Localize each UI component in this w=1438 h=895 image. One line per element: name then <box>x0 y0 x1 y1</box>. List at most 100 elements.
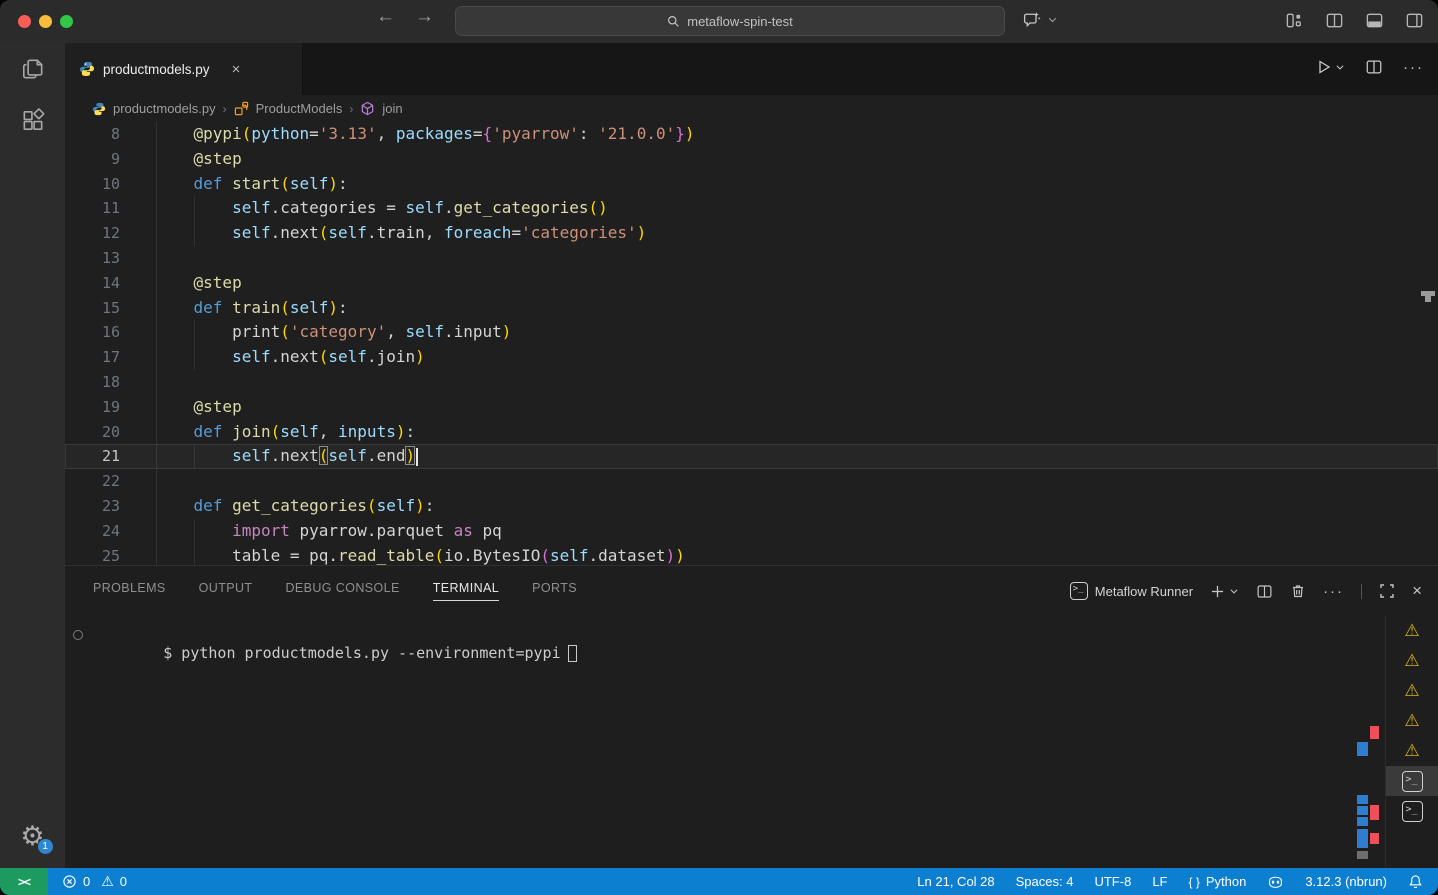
code-line[interactable]: 10 def start(self): <box>65 172 1438 197</box>
code-editor[interactable]: 8 @pypi(python='3.13', packages={'pyarro… <box>65 122 1438 565</box>
settings-badge: 1 <box>37 838 54 855</box>
line-number: 23 <box>65 494 120 519</box>
breadcrumb: productmodels.py › ProductModels › join <box>65 95 1438 122</box>
terminal-icon: >_ <box>1402 771 1423 792</box>
terminal-tab-warning[interactable]: ⚠ <box>1386 736 1438 766</box>
new-terminal-icon[interactable] <box>1210 584 1239 599</box>
eol-status[interactable]: LF <box>1152 874 1167 889</box>
split-editor-right-icon[interactable] <box>1365 58 1383 76</box>
line-number: 8 <box>65 122 120 147</box>
code-line[interactable]: 20 def join(self, inputs): <box>65 420 1438 445</box>
code-line[interactable]: 15 def train(self): <box>65 296 1438 321</box>
maximize-panel-icon[interactable] <box>1379 583 1395 599</box>
command-center-text: metaflow-spin-test <box>687 14 792 29</box>
chevron-down-icon[interactable] <box>1047 14 1058 25</box>
code-line[interactable]: 16 print('category', self.input) <box>65 320 1438 345</box>
panel-tab-output[interactable]: OUTPUT <box>199 581 253 601</box>
code-line[interactable]: 18 <box>65 370 1438 395</box>
line-number: 20 <box>65 420 120 445</box>
line-content: table = pq.read_table(io.BytesIO(self.da… <box>120 544 685 565</box>
panel-tab-terminal[interactable]: TERMINAL <box>433 581 499 601</box>
terminal-tab-warning[interactable]: ⚠ <box>1386 646 1438 676</box>
close-panel-icon[interactable]: × <box>1412 581 1422 601</box>
extensions-icon[interactable] <box>0 95 65 147</box>
code-line[interactable]: 25 table = pq.read_table(io.BytesIO(self… <box>65 544 1438 565</box>
terminal[interactable]: $ python productmodels.py --environment=… <box>65 616 1438 869</box>
line-number: 16 <box>65 320 120 345</box>
back-button[interactable]: ← <box>376 6 395 28</box>
warning-triangle-icon: ⚠ <box>1404 653 1419 670</box>
tab-close-icon[interactable]: × <box>232 61 241 78</box>
zoom-window-button[interactable] <box>60 15 73 28</box>
terminal-tab-warning[interactable]: ⚠ <box>1386 676 1438 706</box>
line-content: def get_categories(self): <box>120 494 434 519</box>
warning-triangle-icon: ⚠ <box>1404 683 1419 700</box>
terminal-tab-warning[interactable]: ⚠ <box>1386 616 1438 646</box>
code-line[interactable]: 9 @step <box>65 147 1438 172</box>
vscode-window: ← → metaflow-spin-test <box>0 0 1438 895</box>
terminal-tab-warning[interactable]: ⚠ <box>1386 706 1438 736</box>
warning-triangle-icon: ⚠ <box>1404 623 1419 640</box>
code-line[interactable]: 19 @step <box>65 395 1438 420</box>
terminal-tabs-list: ⚠ ⚠ ⚠ ⚠ ⚠ >_ >_ <box>1385 616 1438 868</box>
code-line[interactable]: 8 @pypi(python='3.13', packages={'pyarro… <box>65 122 1438 147</box>
indentation-status[interactable]: Spaces: 4 <box>1016 874 1074 889</box>
toggle-panel-icon[interactable] <box>1365 11 1384 30</box>
line-content: def start(self): <box>120 172 348 197</box>
notifications-bell-icon[interactable] <box>1408 874 1423 889</box>
line-content: @pypi(python='3.13', packages={'pyarrow'… <box>120 122 695 147</box>
code-line[interactable]: 22 <box>65 469 1438 494</box>
breadcrumb-class[interactable]: ProductModels <box>256 101 343 116</box>
terminal-tab[interactable]: >_ <box>1386 796 1438 826</box>
breadcrumb-symbol[interactable]: join <box>382 101 402 116</box>
panel-tab-ports[interactable]: PORTS <box>532 581 577 601</box>
minimize-window-button[interactable] <box>39 15 52 28</box>
problems-status[interactable]: 0 ⚠ 0 <box>62 874 127 889</box>
terminal-tab[interactable]: >_ <box>1386 766 1438 796</box>
customize-layout-icon[interactable] <box>1285 11 1304 30</box>
code-line[interactable]: 12 self.next(self.train, foreach='catego… <box>65 221 1438 246</box>
line-number: 11 <box>65 196 120 221</box>
code-line[interactable]: 13 <box>65 246 1438 271</box>
tab-productmodels[interactable]: productmodels.py × <box>65 43 303 95</box>
remote-indicator[interactable]: >< <box>0 868 48 895</box>
cursor-position-status[interactable]: Ln 21, Col 28 <box>917 874 994 889</box>
line-number: 18 <box>65 370 120 395</box>
warning-triangle-icon: ⚠ <box>1404 743 1419 760</box>
breadcrumb-file[interactable]: productmodels.py <box>113 101 216 116</box>
copilot-chat-icon[interactable] <box>1022 9 1043 30</box>
run-python-file-icon[interactable] <box>1316 59 1345 75</box>
language-mode-status[interactable]: { } Python <box>1188 874 1246 889</box>
line-content <box>120 246 155 271</box>
line-content: @step <box>120 395 242 420</box>
status-bar: >< 0 ⚠ 0 Ln 21, Col 28 Spaces: 4 UTF-8 L… <box>0 868 1438 895</box>
python-interpreter-status[interactable]: 3.12.3 (nbrun) <box>1305 874 1387 889</box>
warning-triangle-icon: ⚠ <box>1404 713 1419 730</box>
copilot-status-icon[interactable] <box>1267 874 1284 889</box>
code-line[interactable]: 23 def get_categories(self): <box>65 494 1438 519</box>
code-line[interactable]: 17 self.next(self.join) <box>65 345 1438 370</box>
code-line[interactable]: 24 import pyarrow.parquet as pq <box>65 519 1438 544</box>
split-editor-icon[interactable] <box>1325 11 1344 30</box>
code-line[interactable]: 14 @step <box>65 271 1438 296</box>
close-window-button[interactable] <box>18 15 31 28</box>
encoding-status[interactable]: UTF-8 <box>1094 874 1131 889</box>
panel-more-actions-icon[interactable]: ··· <box>1323 583 1344 600</box>
split-terminal-icon[interactable] <box>1256 583 1273 600</box>
toggle-secondary-sidebar-icon[interactable] <box>1405 11 1424 30</box>
line-number: 15 <box>65 296 120 321</box>
forward-button[interactable]: → <box>415 6 434 28</box>
panel-tab-problems[interactable]: PROBLEMS <box>93 581 166 601</box>
line-content: self.next(self.end) <box>120 444 418 469</box>
terminal-instance-label[interactable]: >_ Metaflow Runner <box>1070 582 1193 600</box>
settings-gear-icon[interactable]: ⚙1 <box>20 823 44 850</box>
command-decoration-icon[interactable] <box>73 630 83 640</box>
editor-more-actions-icon[interactable]: ··· <box>1403 59 1424 76</box>
code-line[interactable]: 11 self.categories = self.get_categories… <box>65 196 1438 221</box>
method-symbol-icon <box>360 101 375 116</box>
panel-tab-debug-console[interactable]: DEBUG CONSOLE <box>285 581 399 601</box>
code-line[interactable]: 21 self.next(self.end) <box>65 444 1438 469</box>
explorer-icon[interactable] <box>0 43 65 95</box>
command-center-search[interactable]: metaflow-spin-test <box>455 6 1005 36</box>
kill-terminal-icon[interactable] <box>1290 583 1306 599</box>
